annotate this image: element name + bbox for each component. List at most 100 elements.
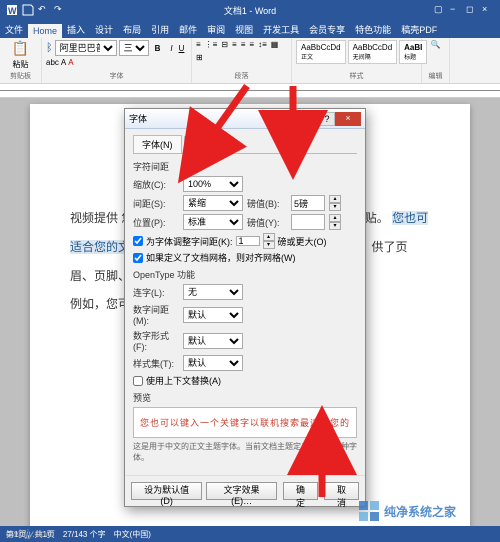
word-icon: W [6, 4, 18, 16]
position-spinner[interactable]: ▴▾ [329, 214, 341, 230]
help-icon[interactable]: ? [319, 112, 335, 126]
font-size-select[interactable]: 三号 [119, 40, 149, 56]
highlight-icon[interactable]: A [61, 58, 66, 67]
redo-icon[interactable]: ↷ [54, 4, 66, 16]
tab-dev[interactable]: 开发工具 [258, 21, 304, 38]
numspacing-select[interactable]: 默认 [183, 307, 243, 323]
kerning-spinner[interactable]: ▴▾ [263, 233, 275, 249]
status-lang[interactable]: 中文(中国) [114, 529, 151, 540]
undo-icon[interactable]: ↶ [38, 4, 50, 16]
tab-insert[interactable]: 插入 [62, 21, 90, 38]
group-para-label: 段落 [196, 71, 287, 81]
dialog-title: 字体 [129, 112, 317, 125]
tab-mail[interactable]: 邮件 [174, 21, 202, 38]
styleset-label: 样式集(T): [133, 357, 179, 370]
font-family-select[interactable]: 阿里巴巴普… [55, 40, 117, 56]
shading-icon[interactable]: ▦ [271, 40, 279, 49]
style-nospace[interactable]: AaBbCcDd无间隔 [348, 40, 398, 64]
borders-icon[interactable]: ⊞ [196, 53, 203, 62]
numspacing-label: 数字间距(M): [133, 303, 179, 326]
font-color-icon[interactable]: A [68, 58, 73, 67]
italic-button[interactable]: I [166, 42, 176, 55]
dialog-titlebar[interactable]: 字体 ? × [125, 109, 365, 129]
scale-select[interactable]: 100% [183, 176, 243, 192]
numform-label: 数字形式(F): [133, 329, 179, 352]
cancel-button[interactable]: 取消 [324, 482, 359, 500]
style-normal[interactable]: AaBbCcDd正文 [296, 40, 346, 64]
body-text: 视频提供 [70, 211, 118, 225]
dialog-tabs: 字体(N) 高级(V) [133, 135, 357, 154]
scale-label: 缩放(C): [133, 178, 179, 191]
numbering-icon[interactable]: ⋮≡ [205, 40, 218, 49]
position-pt-input[interactable] [291, 214, 325, 230]
multilevel-icon[interactable]: ⊟ [221, 40, 228, 49]
line-spacing-icon[interactable]: ↕≡ [258, 40, 267, 49]
tab-file[interactable]: 文件 [0, 21, 28, 38]
save-icon[interactable] [22, 4, 34, 16]
maximize-icon[interactable]: ◻ [466, 4, 478, 16]
bullets-icon[interactable]: ≡ [196, 40, 201, 49]
snapgrid-label: 如果定义了文档网格，则对齐网格(W) [146, 251, 296, 264]
align-center-icon[interactable]: ≡ [241, 40, 246, 49]
spacing-label: 间距(S): [133, 197, 179, 210]
position-select[interactable]: 标准 [183, 214, 243, 230]
tab-refs[interactable]: 引用 [146, 21, 174, 38]
paste-button[interactable]: 粘贴 [13, 59, 29, 70]
spacing-select[interactable]: 紧缩 [183, 195, 243, 211]
tab-view[interactable]: 视图 [230, 21, 258, 38]
tab-pdf[interactable]: 稿壳PDF [396, 21, 442, 38]
svg-text:W: W [8, 6, 17, 16]
tab-layout[interactable]: 布局 [118, 21, 146, 38]
minimize-icon[interactable]: − [450, 4, 462, 16]
spacing-pt-input[interactable] [291, 195, 325, 211]
tab-home[interactable]: Home [28, 24, 62, 38]
numform-select[interactable]: 默认 [183, 333, 243, 349]
highlighted-text: 您也可 [392, 211, 428, 225]
tab-design[interactable]: 设计 [90, 21, 118, 38]
ligature-label: 连字(L): [133, 286, 179, 299]
font-dialog: 字体 ? × 字体(N) 高级(V) 字符间距 缩放(C): 100% 间距(S… [124, 108, 366, 507]
spacing-spinner[interactable]: ▴▾ [329, 195, 341, 211]
close-window-icon[interactable]: × [482, 4, 494, 16]
tab-review[interactable]: 审阅 [202, 21, 230, 38]
context-label: 使用上下文替换(A) [146, 374, 221, 387]
align-right-icon[interactable]: ≡ [249, 40, 254, 49]
snapgrid-checkbox[interactable] [133, 253, 143, 263]
close-icon[interactable]: × [335, 112, 361, 126]
ok-button[interactable]: 确定 [283, 482, 318, 500]
body-text [431, 211, 500, 225]
position-pt-label: 磅值(Y): [247, 216, 287, 229]
kerning-checkbox[interactable] [133, 236, 143, 246]
status-words[interactable]: 27/143 个字 [63, 529, 106, 540]
tab-tese[interactable]: 特色功能 [350, 21, 396, 38]
horizontal-ruler[interactable] [0, 84, 500, 98]
strike-icon[interactable]: abc [46, 58, 59, 67]
styleset-select[interactable]: 默认 [183, 355, 243, 371]
bluetooth-icon[interactable]: ᛒ [46, 42, 53, 54]
bold-button[interactable]: B [151, 42, 165, 55]
kerning-label: 为字体调整字间距(K): [146, 235, 233, 248]
text-effects-button[interactable]: 文字效果(E)… [206, 482, 277, 500]
section-char-spacing: 字符间距 [133, 160, 357, 173]
context-checkbox[interactable] [133, 376, 143, 386]
ligature-select[interactable]: 无 [183, 284, 243, 300]
ribbon-opts-icon[interactable]: ▢ [434, 4, 446, 16]
kerning-input[interactable] [236, 236, 260, 246]
dialog-tab-advanced[interactable]: 高级(V) [184, 136, 232, 154]
kerning-unit: 磅或更大(O) [278, 235, 327, 248]
set-default-button[interactable]: 设为默认值(D) [131, 482, 202, 500]
find-icon[interactable]: 🔍 [431, 40, 441, 49]
status-page[interactable]: 第1页，共1页 [6, 529, 55, 540]
ribbon: 📋 粘贴 剪贴板 ᛒ 阿里巴巴普… 三号 B I U abc A A 字体 ≡ … [0, 38, 500, 84]
window-title: 文档1 - Word [68, 4, 432, 17]
status-bar: 第1页，共1页 27/143 个字 中文(中国) [0, 526, 500, 542]
clipboard-icon[interactable]: 📋 [12, 40, 29, 57]
align-left-icon[interactable]: ≡ [232, 40, 237, 49]
title-bar: W ↶ ↷ 文档1 - Word ▢ − ◻ × [0, 0, 500, 20]
dialog-tab-font[interactable]: 字体(N) [133, 135, 182, 153]
spacing-pt-label: 磅值(B): [247, 197, 287, 210]
section-opentype: OpenType 功能 [133, 268, 357, 281]
tab-member[interactable]: 会员专享 [304, 21, 350, 38]
underline-icon[interactable]: U [179, 44, 185, 53]
group-styles-label: 样式 [296, 71, 417, 81]
